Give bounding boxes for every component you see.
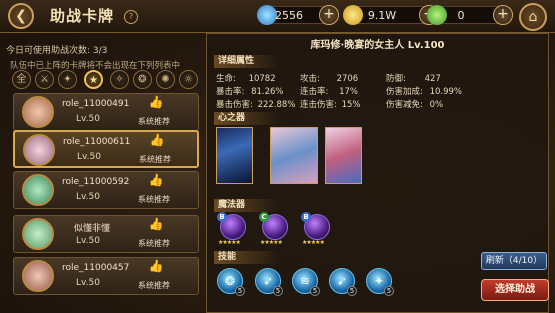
add-gem-button[interactable]: + bbox=[493, 5, 513, 25]
thumbs-up-icon: 👍 bbox=[148, 95, 164, 109]
stat-def: 防御: 427 bbox=[386, 74, 441, 84]
section-attributes: 详细属性 bbox=[214, 55, 280, 68]
stat-atk: 攻击: 2706 bbox=[300, 74, 359, 84]
heart-artifact-card[interactable] bbox=[216, 127, 253, 184]
character-title: 库玛修·晚宴的女主人 Lv.100 bbox=[310, 40, 445, 51]
avatar bbox=[22, 96, 54, 128]
card-level: Lv.50 bbox=[76, 236, 100, 246]
skill-level: 5 bbox=[384, 286, 394, 296]
section-skill: 技能 bbox=[214, 251, 280, 264]
assist-card[interactable]: 似懂非懂 Lv.50 👍 系统推荐 bbox=[13, 215, 199, 253]
refresh-button[interactable]: 刷新（4/10） bbox=[481, 252, 547, 270]
filter-all-icon[interactable]: 全 bbox=[12, 70, 31, 89]
system-recommend: 系统推荐 bbox=[139, 155, 171, 164]
skill-level: 5 bbox=[310, 286, 320, 296]
assist-card-list: role_11000491 Lv.50 👍 系统推荐 role_11000611… bbox=[13, 91, 201, 313]
resource-water-value: 2556 bbox=[275, 9, 303, 22]
system-recommend: 系统推荐 bbox=[138, 239, 170, 248]
select-assist-button[interactable]: 选择助战 bbox=[481, 279, 549, 301]
back-button[interactable]: ❮ bbox=[8, 3, 34, 29]
stat-combo-rate: 连击率: 17% bbox=[300, 87, 358, 97]
system-recommend: 系统推荐 bbox=[138, 281, 170, 290]
section-heart: 心之器 bbox=[214, 112, 280, 125]
assist-card-selected[interactable]: role_11000611 Lv.50 👍 系统推荐 bbox=[13, 130, 199, 168]
heart-artifact-card[interactable] bbox=[270, 127, 318, 184]
thumbs-up-icon: 👍 bbox=[149, 133, 165, 147]
filter-dark-icon[interactable]: ✧ bbox=[110, 70, 129, 89]
home-icon: ⌂ bbox=[528, 9, 538, 25]
resource-gold-value: 9.1W bbox=[367, 9, 397, 22]
skill-level: 5 bbox=[273, 286, 283, 296]
back-arrow-icon: ❮ bbox=[15, 8, 27, 24]
grade-badge: B bbox=[301, 212, 311, 222]
assist-card[interactable]: role_11000491 Lv.50 👍 系统推荐 bbox=[13, 93, 199, 131]
star-rating: ★★★★★ bbox=[218, 239, 241, 246]
grade-badge: B bbox=[217, 212, 227, 222]
card-level: Lv.50 bbox=[76, 278, 100, 288]
card-level: Lv.50 bbox=[76, 114, 100, 124]
avatar bbox=[22, 260, 54, 292]
card-level: Lv.50 bbox=[77, 152, 101, 162]
grade-badge: C bbox=[259, 212, 269, 222]
heart-artifact-card[interactable] bbox=[325, 127, 362, 184]
filter-light-icon[interactable]: ★ bbox=[84, 70, 103, 89]
stat-dmg-reduce: 伤害减免: 0% bbox=[386, 100, 444, 110]
star-rating: ★★★★★ bbox=[302, 239, 325, 246]
card-name: role_11000611 bbox=[63, 137, 131, 147]
system-recommend: 系统推荐 bbox=[138, 117, 170, 126]
card-name: role_11000491 bbox=[62, 99, 130, 109]
avatar bbox=[22, 174, 54, 206]
add-water-button[interactable]: + bbox=[319, 5, 339, 25]
assist-card[interactable]: role_11000457 Lv.50 👍 系统推荐 bbox=[13, 257, 199, 295]
skill-level: 5 bbox=[235, 286, 245, 296]
help-icon[interactable]: ? bbox=[124, 10, 138, 24]
filter-wind-icon[interactable]: ✺ bbox=[156, 70, 175, 89]
stat-dmg-bonus: 伤害加成: 10.99% bbox=[386, 87, 462, 97]
thumbs-up-icon: 👍 bbox=[148, 217, 164, 231]
filter-fire-icon[interactable]: ❂ bbox=[133, 70, 152, 89]
page-title: 助战卡牌 bbox=[50, 7, 115, 25]
stat-crit-rate: 暴击率: 81.26% bbox=[216, 87, 284, 97]
filter-sun-icon[interactable]: ☼ bbox=[179, 70, 198, 89]
stat-hp: 生命: 10782 bbox=[216, 74, 276, 84]
avatar bbox=[23, 134, 55, 166]
resource-gold: 9.1W + bbox=[343, 5, 439, 25]
thumbs-up-icon: 👍 bbox=[148, 259, 164, 273]
card-name: role_11000592 bbox=[62, 177, 130, 187]
section-magic: 魔法器 bbox=[214, 199, 280, 212]
stat-crit-dmg: 暴击伤害: 222.88% bbox=[216, 100, 296, 110]
assist-count: 今日可使用助战次数: 3/3 bbox=[6, 46, 108, 56]
star-rating: ★★★★★ bbox=[260, 239, 283, 246]
resource-gem-value: 0 bbox=[457, 9, 465, 22]
filter-bar: 全 ⚔ ✦ ★ ✧ ❂ ✺ ☼ bbox=[12, 70, 198, 92]
avatar bbox=[22, 218, 54, 250]
assist-card[interactable]: role_11000592 Lv.50 👍 系统推荐 bbox=[13, 171, 199, 209]
thumbs-up-icon: 👍 bbox=[148, 173, 164, 187]
filter-sword-icon[interactable]: ⚔ bbox=[35, 70, 54, 89]
top-bar: ❮ 助战卡牌 ? 2556 + 9.1W + 0 + ⌂ bbox=[0, 0, 555, 33]
filter-water-icon[interactable]: ✦ bbox=[58, 70, 77, 89]
card-name: 似懂非懂 bbox=[74, 224, 111, 234]
resource-gem: 0 + bbox=[427, 5, 513, 25]
card-name: role_11000457 bbox=[62, 263, 130, 273]
skill-level: 5 bbox=[347, 286, 357, 296]
stat-combo-dmg: 连击伤害: 15% bbox=[300, 100, 361, 110]
resource-water: 2556 + bbox=[257, 5, 339, 25]
home-button[interactable]: ⌂ bbox=[519, 3, 547, 31]
system-recommend: 系统推荐 bbox=[138, 195, 170, 204]
card-level: Lv.50 bbox=[76, 192, 100, 202]
